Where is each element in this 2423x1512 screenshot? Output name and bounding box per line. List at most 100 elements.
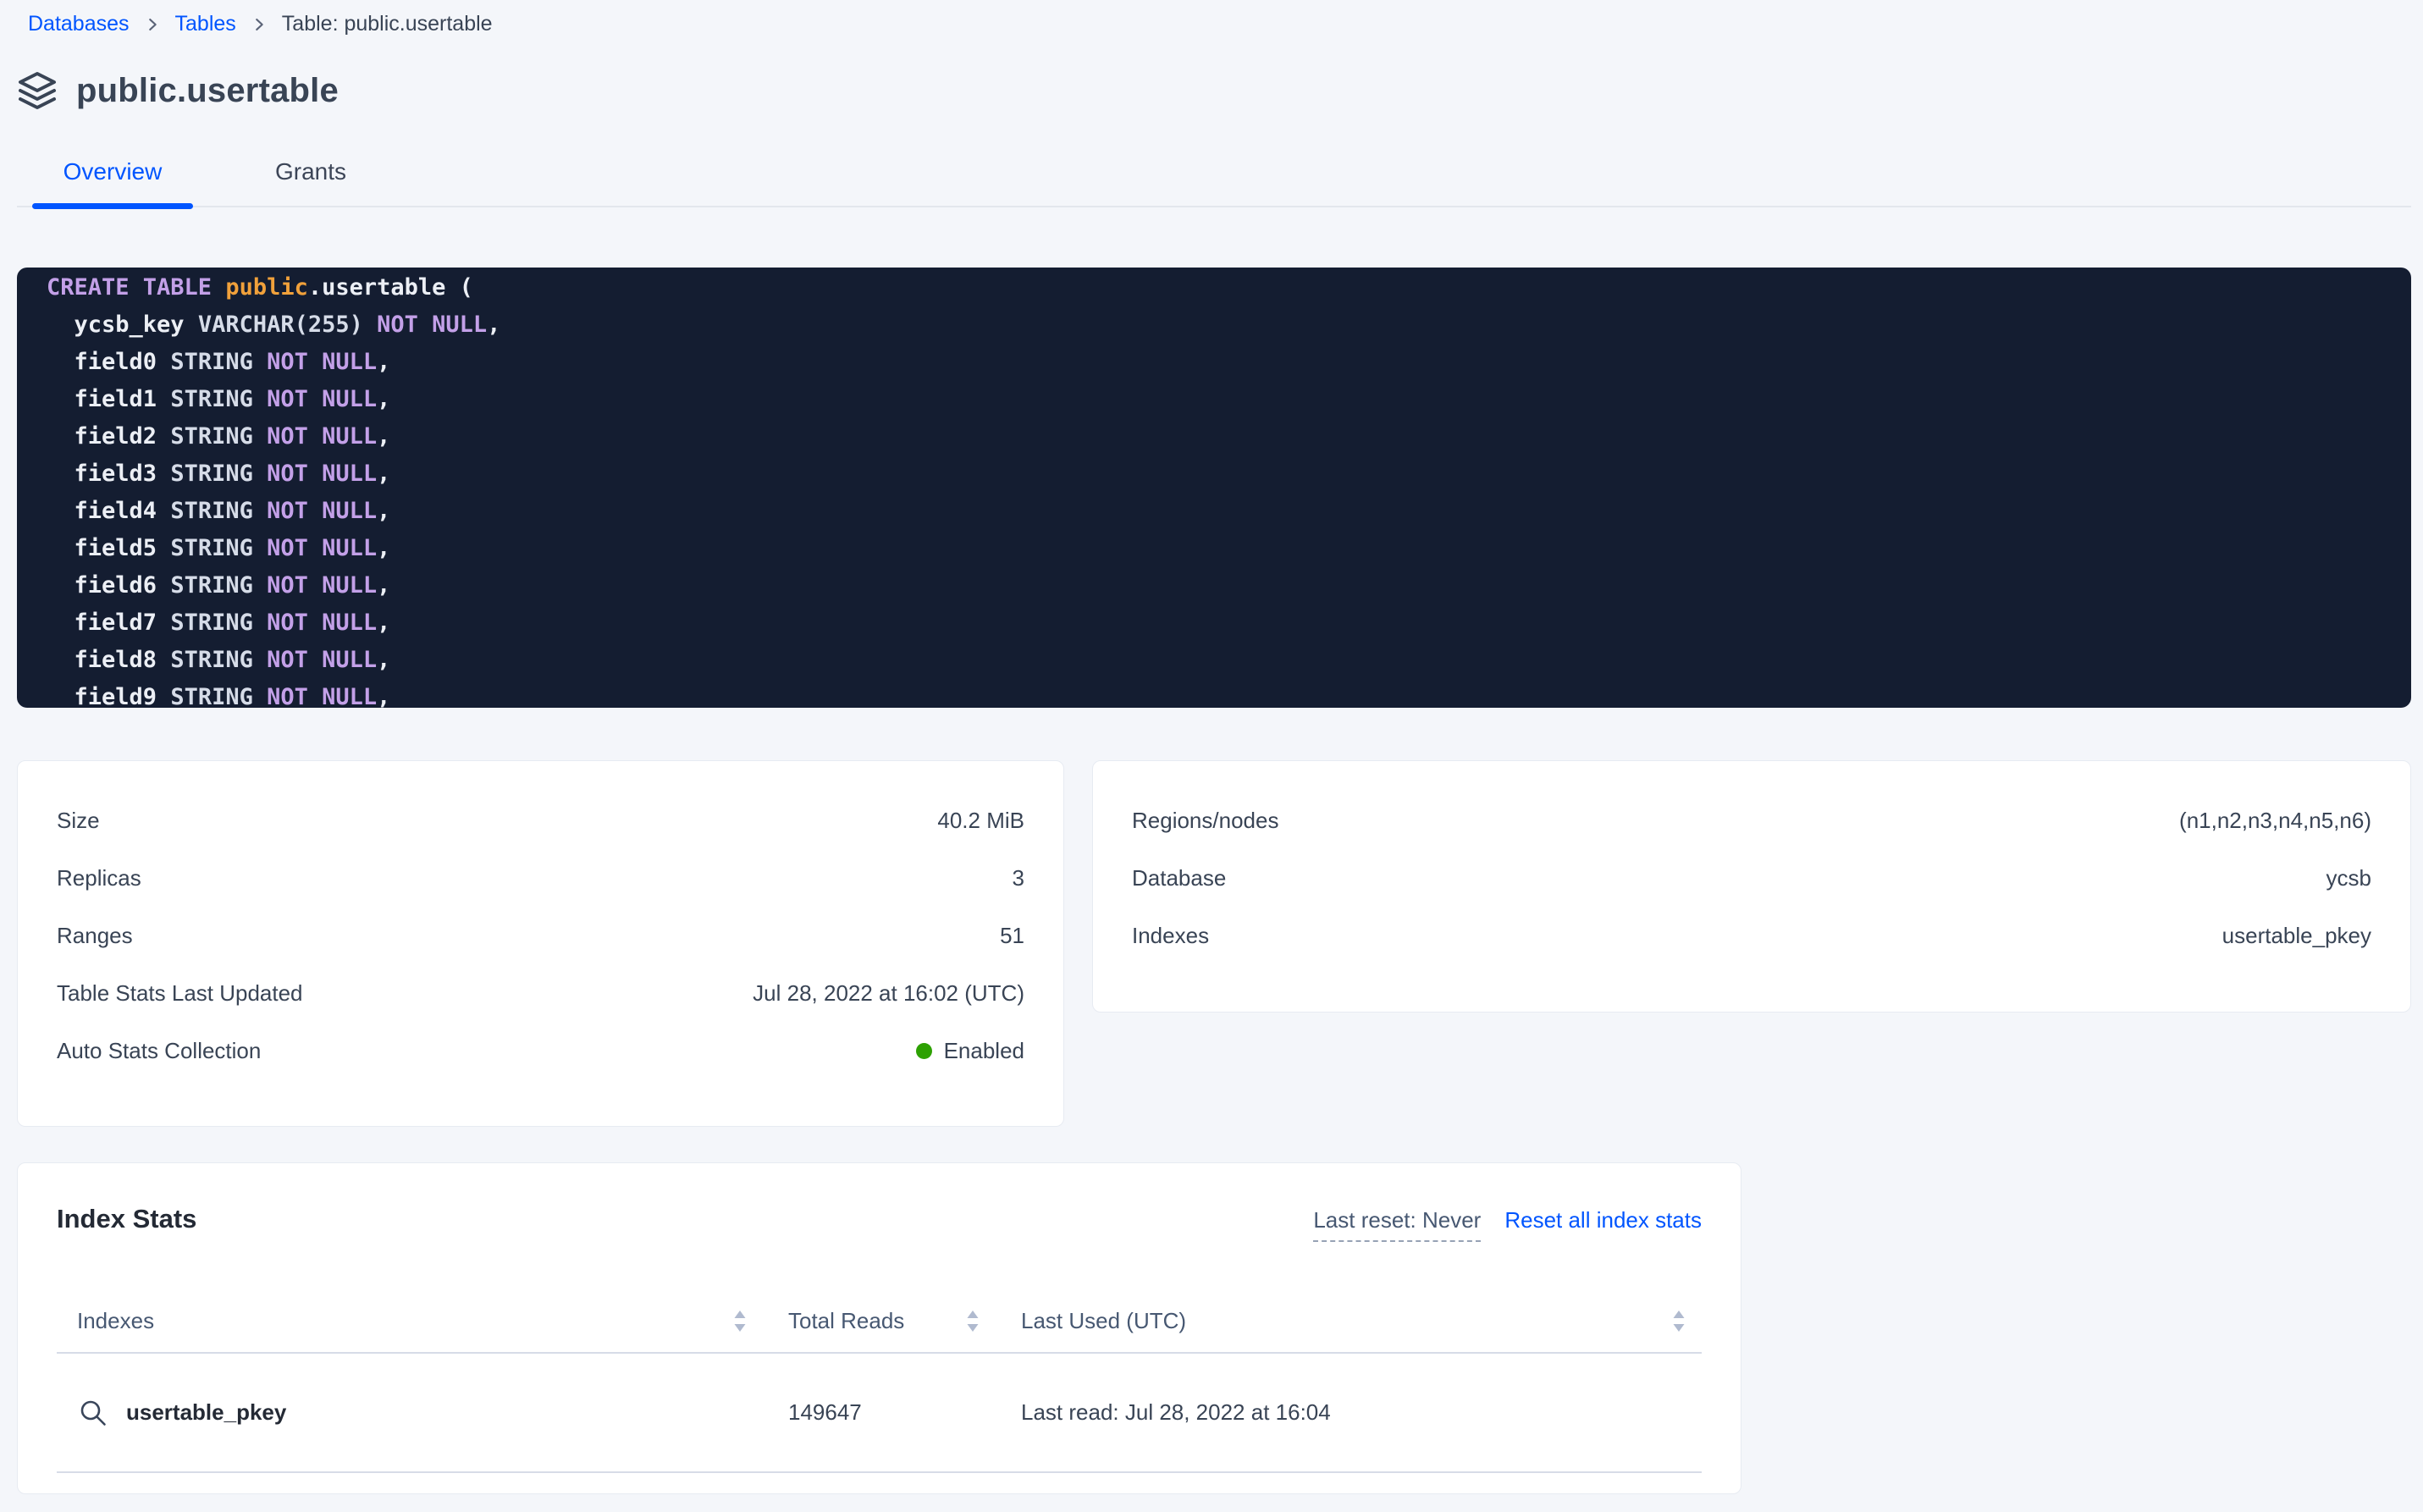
sql-token: field2 xyxy=(47,423,170,450)
column-header-last-used[interactable]: Last Used (UTC) xyxy=(1001,1308,1702,1334)
breadcrumb-link-tables[interactable]: Tables xyxy=(175,12,236,36)
sort-icon[interactable] xyxy=(967,1310,979,1333)
detail-label: Size xyxy=(57,808,100,834)
sql-token: STRING xyxy=(170,386,253,412)
page-title-row: public.usertable xyxy=(17,70,2411,111)
index-stats-actions: Last reset: Never Reset all index stats xyxy=(1313,1207,1702,1242)
detail-value: 51 xyxy=(1000,923,1024,949)
column-label: Indexes xyxy=(57,1308,154,1334)
detail-value: usertable_pkey xyxy=(2222,923,2371,949)
index-stats-header: Index Stats Last reset: Never Reset all … xyxy=(57,1204,1702,1242)
last-used-value: Last read: Jul 28, 2022 at 16:04 xyxy=(1001,1399,1331,1426)
sql-token: , xyxy=(377,349,390,375)
column-label: Last Used (UTC) xyxy=(1001,1308,1186,1334)
sql-token: , xyxy=(377,610,390,636)
sql-token: NOT NULL xyxy=(253,349,377,375)
detail-cards: Size 40.2 MiB Replicas 3 Ranges 51 Table… xyxy=(17,760,2411,1127)
chevron-right-icon xyxy=(250,15,268,34)
column-label: Total Reads xyxy=(768,1308,904,1334)
sql-token: NOT NULL xyxy=(363,312,487,338)
sql-token: field0 xyxy=(47,349,170,375)
sql-token: , xyxy=(377,535,390,561)
index-table-header: Indexes Total Reads Last Used (UTC) xyxy=(57,1289,1702,1354)
sql-token: field9 xyxy=(47,684,170,708)
detail-row-size: Size 40.2 MiB xyxy=(57,792,1024,849)
index-stats-card: Index Stats Last reset: Never Reset all … xyxy=(17,1162,1741,1494)
index-cell-total-reads: 149647 xyxy=(768,1399,1001,1426)
sql-line: CREATE TABLE public.usertable ( xyxy=(47,269,2411,306)
column-header-total-reads[interactable]: Total Reads xyxy=(768,1308,1001,1334)
layers-icon xyxy=(17,70,58,111)
sql-line: field6 STRING NOT NULL, xyxy=(47,567,2411,604)
detail-value: 3 xyxy=(1013,865,1024,891)
sql-token: , xyxy=(487,312,500,338)
sql-token: NOT NULL xyxy=(253,684,377,708)
sql-line: field8 STRING NOT NULL, xyxy=(47,642,2411,679)
detail-label: Database xyxy=(1132,865,1226,891)
sql-token: , xyxy=(377,461,390,487)
reset-index-stats-link[interactable]: Reset all index stats xyxy=(1504,1207,1702,1233)
detail-row-indexes: Indexes usertable_pkey xyxy=(1132,907,2371,964)
sql-token: ycsb_key xyxy=(47,312,198,338)
sql-token: NOT NULL xyxy=(253,498,377,524)
status-text: Enabled xyxy=(944,1038,1024,1064)
sql-line: field0 STRING NOT NULL, xyxy=(47,344,2411,381)
last-reset-label: Last reset: Never xyxy=(1313,1207,1481,1242)
total-reads-value: 149647 xyxy=(768,1399,862,1426)
detail-value: ycsb xyxy=(2326,865,2371,891)
tab-overview[interactable]: Overview xyxy=(32,153,193,206)
breadcrumb-link-databases[interactable]: Databases xyxy=(28,12,130,36)
sql-line: field7 STRING NOT NULL, xyxy=(47,604,2411,642)
index-name: usertable_pkey xyxy=(126,1399,286,1426)
table-meta-card: Regions/nodes (n1,n2,n3,n4,n5,n6) Databa… xyxy=(1092,760,2411,1013)
sql-line: field3 STRING NOT NULL, xyxy=(47,455,2411,493)
tab-bar: Overview Grants xyxy=(17,153,2411,207)
index-cell-name: usertable_pkey xyxy=(57,1399,768,1427)
sql-line: field2 STRING NOT NULL, xyxy=(47,418,2411,455)
sql-token: field6 xyxy=(47,572,170,599)
sql-token: STRING xyxy=(170,423,253,450)
sql-token: STRING xyxy=(170,535,253,561)
column-header-indexes[interactable]: Indexes xyxy=(57,1308,768,1334)
sort-icon[interactable] xyxy=(1673,1310,1685,1333)
sql-line: ycsb_key VARCHAR(255) NOT NULL, xyxy=(47,306,2411,344)
index-cell-last-used: Last read: Jul 28, 2022 at 16:04 xyxy=(1001,1399,1702,1426)
index-link[interactable]: usertable_pkey xyxy=(57,1399,286,1427)
sort-icon[interactable] xyxy=(734,1310,746,1333)
detail-label: Table Stats Last Updated xyxy=(57,980,303,1007)
sql-token: STRING xyxy=(170,647,253,673)
sql-token: NOT NULL xyxy=(253,647,377,673)
sql-token: , xyxy=(377,423,390,450)
sql-line: field9 STRING NOT NULL, xyxy=(47,679,2411,708)
sql-line: field4 STRING NOT NULL, xyxy=(47,493,2411,530)
page-title: public.usertable xyxy=(76,72,339,110)
sql-token: , xyxy=(377,684,390,708)
sql-token: STRING xyxy=(170,572,253,599)
status-dot-green xyxy=(916,1043,932,1059)
detail-label: Regions/nodes xyxy=(1132,808,1278,834)
detail-row-regions: Regions/nodes (n1,n2,n3,n4,n5,n6) xyxy=(1132,792,2371,849)
sql-token: , xyxy=(377,386,390,412)
sql-line: field5 STRING NOT NULL, xyxy=(47,530,2411,567)
detail-label: Ranges xyxy=(57,923,133,949)
detail-label: Auto Stats Collection xyxy=(57,1038,261,1064)
detail-row-replicas: Replicas 3 xyxy=(57,849,1024,907)
detail-row-database: Database ycsb xyxy=(1132,849,2371,907)
detail-row-auto-stats: Auto Stats Collection Enabled xyxy=(57,1022,1024,1079)
search-icon xyxy=(79,1399,108,1427)
tab-grants[interactable]: Grants xyxy=(230,153,391,206)
sql-token: NOT NULL xyxy=(253,423,377,450)
sql-token: STRING xyxy=(170,349,253,375)
detail-value: 40.2 MiB xyxy=(937,808,1024,834)
sql-token: VARCHAR(255) xyxy=(198,312,363,338)
sql-token: CREATE TABLE xyxy=(47,274,225,301)
sql-code[interactable]: CREATE TABLE public.usertable ( ycsb_key… xyxy=(17,268,2411,708)
sql-token: field5 xyxy=(47,535,170,561)
sql-token: STRING xyxy=(170,461,253,487)
sql-token: , xyxy=(377,498,390,524)
sql-token: NOT NULL xyxy=(253,610,377,636)
detail-row-stats-updated: Table Stats Last Updated Jul 28, 2022 at… xyxy=(57,964,1024,1022)
sql-line: field1 STRING NOT NULL, xyxy=(47,381,2411,418)
sql-token: field8 xyxy=(47,647,170,673)
sql-token: NOT NULL xyxy=(253,535,377,561)
